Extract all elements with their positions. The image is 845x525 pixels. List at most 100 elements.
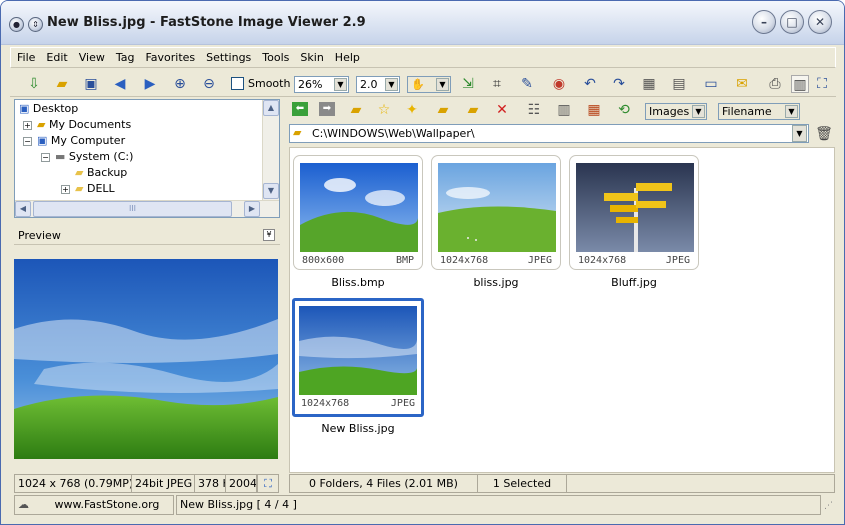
- tree-item-my-documents[interactable]: ▰ My Documents: [37, 117, 131, 133]
- menu-file[interactable]: File: [11, 48, 40, 64]
- back-icon[interactable]: ⬅: [292, 102, 308, 116]
- favorites-star-icon[interactable]: ☆: [375, 101, 393, 119]
- thumbnail-card-selected[interactable]: 1024x768 JPEG: [292, 298, 424, 417]
- filter-value: Images: [649, 105, 690, 118]
- thumbnail-filename[interactable]: New Bliss.jpg: [293, 422, 423, 435]
- preview-image: [14, 259, 278, 459]
- scroll-down-icon[interactable]: ▼: [263, 183, 279, 199]
- expand-icon[interactable]: +: [23, 121, 32, 130]
- thumbnail-view-icon[interactable]: ▦: [585, 101, 603, 119]
- rotate-left-icon[interactable]: ↶: [581, 75, 599, 93]
- rotate-right-icon[interactable]: ↷: [610, 75, 628, 93]
- chevron-down-icon[interactable]: ▼: [436, 78, 449, 91]
- filmstrip-icon[interactable]: ▤: [670, 75, 688, 93]
- close-button[interactable]: ✕: [808, 10, 832, 34]
- mouse-mode-select[interactable]: ✋ ▼: [407, 76, 451, 93]
- tree-item-my-computer[interactable]: ▣ My Computer: [37, 133, 125, 149]
- path-dropdown-icon[interactable]: ▼: [792, 125, 807, 142]
- chevron-down-icon[interactable]: ▼: [692, 105, 705, 118]
- title-bar[interactable]: ● ⇕ New Bliss.jpg - FastStone Image View…: [1, 1, 844, 45]
- thumbnails-icon[interactable]: ▦: [640, 75, 658, 93]
- copy-to-icon[interactable]: ▰: [434, 101, 452, 119]
- thumbnail-filename[interactable]: Bluff.jpg: [569, 276, 699, 289]
- slideshow-icon[interactable]: ▭: [702, 75, 720, 93]
- crop-icon[interactable]: ⌗: [488, 75, 506, 93]
- thumbnail-card[interactable]: 1024x768 JPEG: [431, 155, 561, 270]
- zoom-out-icon[interactable]: ⊖: [200, 75, 218, 93]
- collapse-icon[interactable]: −: [41, 153, 50, 162]
- scroll-thumb[interactable]: III: [33, 201, 232, 217]
- menu-skin[interactable]: Skin: [294, 48, 328, 64]
- fit-window-icon[interactable]: ⛶: [257, 474, 279, 493]
- resize-grip-icon[interactable]: ⋰: [824, 501, 833, 511]
- previous-icon[interactable]: ◀: [111, 75, 129, 93]
- smooth-checkbox[interactable]: [231, 77, 244, 90]
- thumbnail-browser[interactable]: 800x600 BMP Bliss.bmp 1024x768 JPEG blis…: [289, 147, 835, 473]
- website-link[interactable]: ☁ www.FastStone.org: [14, 495, 174, 515]
- save-icon[interactable]: ▣: [82, 75, 100, 93]
- panel-splitter[interactable]: [283, 97, 287, 495]
- red-eye-icon[interactable]: ◉: [550, 75, 568, 93]
- next-icon[interactable]: ▶: [141, 75, 159, 93]
- thumbnail-filename[interactable]: bliss.jpg: [431, 276, 561, 289]
- new-folder-icon[interactable]: ✦: [403, 101, 421, 119]
- export-icon[interactable]: ⇲: [459, 75, 477, 93]
- tree-item-desktop[interactable]: ▣ Desktop: [19, 101, 78, 117]
- sort-select[interactable]: Filename ▼: [718, 103, 800, 120]
- tree-item-system-c[interactable]: ▬ System (C:): [55, 149, 133, 165]
- tree-item-label: My Documents: [48, 118, 132, 131]
- menu-view[interactable]: View: [73, 48, 110, 64]
- chevron-down-icon[interactable]: ▼: [334, 78, 347, 91]
- list-view-icon[interactable]: ▥: [555, 101, 573, 119]
- menu-tools[interactable]: Tools: [256, 48, 294, 64]
- forward-icon[interactable]: ➡: [319, 102, 335, 116]
- tree-item-label: My Computer: [50, 134, 126, 147]
- menu-favorites[interactable]: Favorites: [139, 48, 200, 64]
- tree-item-dell[interactable]: ▰ DELL: [75, 181, 115, 197]
- collapse-preview-icon[interactable]: ¥: [263, 229, 275, 241]
- open-folder-icon[interactable]: ▰: [53, 75, 71, 93]
- tree-item-backup[interactable]: ▰ Backup: [75, 165, 127, 181]
- menu-settings[interactable]: Settings: [200, 48, 256, 64]
- email-icon[interactable]: ✉: [733, 75, 751, 93]
- system-menu-icon[interactable]: ●: [9, 17, 24, 32]
- folder-tree[interactable]: ▣ Desktop + ▰ My Documents − ▣ My Comput…: [14, 99, 280, 218]
- chevron-down-icon[interactable]: ▼: [385, 78, 398, 91]
- thumbnail-card[interactable]: 1024x768 JPEG: [569, 155, 699, 270]
- factor-select[interactable]: 2.0 ▼: [356, 76, 400, 93]
- filter-select[interactable]: Images ▼: [645, 103, 707, 120]
- draw-icon[interactable]: ✎: [518, 75, 536, 93]
- path-text[interactable]: C:\WINDOWS\Web\Wallpaper\: [312, 127, 475, 140]
- move-to-icon[interactable]: ▰: [464, 101, 482, 119]
- thumbnail-image: [438, 163, 556, 252]
- menu-edit[interactable]: Edit: [40, 48, 72, 64]
- chevron-down-icon[interactable]: ▼: [785, 105, 798, 118]
- faststone-logo-icon: ☁: [18, 498, 29, 511]
- fullscreen-icon[interactable]: ⛶: [813, 75, 831, 93]
- thumbnail-filename[interactable]: Bliss.bmp: [293, 276, 423, 289]
- delete-icon[interactable]: ✕: [493, 101, 511, 119]
- thumbnail-card[interactable]: 800x600 BMP: [293, 155, 423, 270]
- tree-horizontal-scrollbar[interactable]: ◀ III ▶: [15, 200, 279, 217]
- refresh-icon[interactable]: ⟲: [615, 101, 633, 119]
- scroll-left-icon[interactable]: ◀: [15, 201, 31, 217]
- scroll-right-icon[interactable]: ▶: [244, 201, 260, 217]
- details-view-icon[interactable]: ☷: [525, 101, 543, 119]
- scroll-up-icon[interactable]: ▲: [263, 100, 279, 116]
- path-combobox[interactable]: ▰ C:\WINDOWS\Web\Wallpaper\: [289, 124, 809, 143]
- expand-icon[interactable]: +: [61, 185, 70, 194]
- browse-folder-icon[interactable]: 🗑: [815, 125, 833, 143]
- tree-vertical-scrollbar[interactable]: ▲ ▼: [262, 100, 279, 200]
- menu-help[interactable]: Help: [329, 48, 365, 64]
- minimize-button[interactable]: –: [752, 10, 776, 34]
- zoom-select[interactable]: 26% ▼: [294, 76, 349, 93]
- layout-icon[interactable]: ▥: [791, 75, 809, 93]
- maximize-button[interactable]: □: [780, 10, 804, 34]
- print-icon[interactable]: ⎙: [766, 75, 784, 93]
- menu-tag[interactable]: Tag: [110, 48, 140, 64]
- rollup-icon[interactable]: ⇕: [28, 17, 43, 32]
- open-icon[interactable]: ⇩: [25, 75, 43, 93]
- collapse-icon[interactable]: −: [23, 137, 32, 146]
- zoom-in-icon[interactable]: ⊕: [171, 75, 189, 93]
- folder-up-icon[interactable]: ▰: [347, 101, 365, 119]
